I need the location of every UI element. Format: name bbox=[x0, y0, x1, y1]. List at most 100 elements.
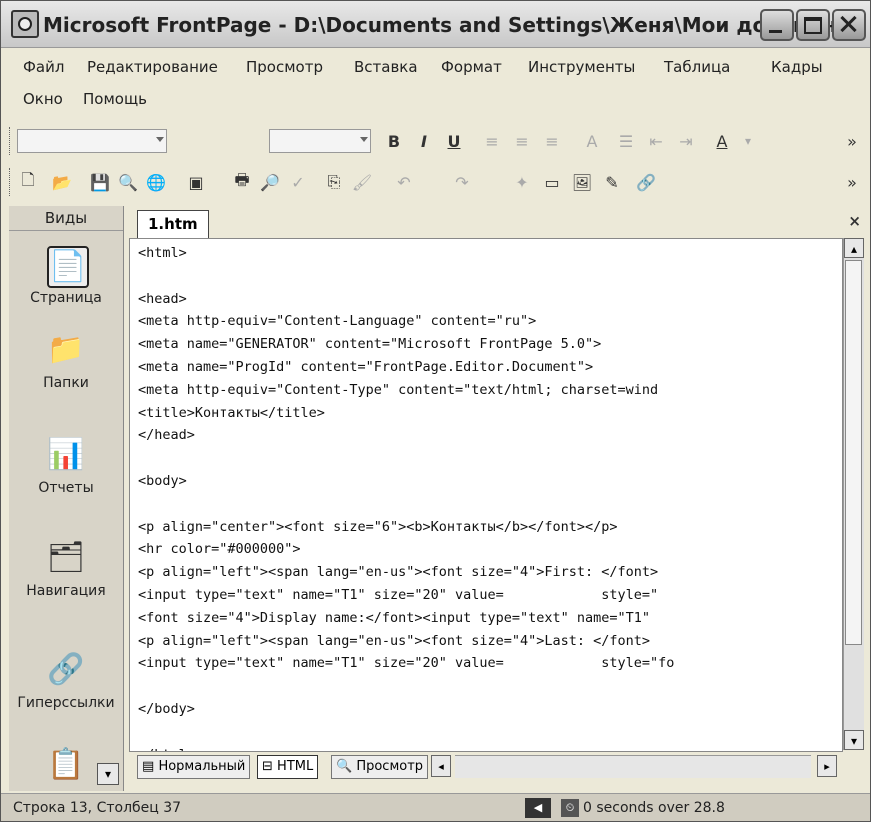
spelling-icon[interactable]: ✓ bbox=[285, 169, 311, 195]
copy-icon[interactable]: ⎘ bbox=[321, 169, 347, 195]
code-line[interactable]: <input type="text" name="T1" size="20" v… bbox=[138, 655, 674, 671]
menu-table[interactable]: Таблица bbox=[664, 58, 730, 76]
html-code-editor[interactable]: <html> <head> <meta http-equiv="Content-La… bbox=[129, 238, 843, 752]
code-line[interactable]: <meta name="ProgId" content="FrontPage.E… bbox=[138, 359, 593, 375]
menu-frames[interactable]: Кадры bbox=[771, 58, 823, 76]
chevron-down-icon: ▾ bbox=[850, 734, 858, 748]
scroll-thumb[interactable] bbox=[845, 260, 862, 645]
code-line[interactable]: <meta http-equiv="Content-Type" content=… bbox=[138, 382, 658, 398]
bold-button[interactable]: B bbox=[381, 128, 407, 154]
menu-insert[interactable]: Вставка bbox=[354, 58, 418, 76]
hyperlinks-icon: 🔗 bbox=[47, 652, 85, 687]
increase-indent-icon[interactable]: ⇥ bbox=[673, 128, 699, 154]
view-folders[interactable]: 📁 Папки bbox=[9, 331, 123, 401]
scroll-left-button[interactable]: ◂ bbox=[431, 755, 451, 777]
font-size-combo[interactable] bbox=[269, 129, 371, 153]
code-line[interactable]: <meta http-equiv="Content-Language" cont… bbox=[138, 313, 536, 329]
new-page-icon[interactable]: 🗋 bbox=[15, 169, 41, 195]
code-line[interactable]: <input type="text" name="T1" size="20" v… bbox=[138, 587, 658, 603]
code-line[interactable]: <html> bbox=[138, 245, 187, 261]
insert-table-icon[interactable]: ▭ bbox=[539, 169, 565, 195]
code-line[interactable]: <hr color="#000000"> bbox=[138, 541, 301, 557]
view-folders-label: Папки bbox=[43, 375, 89, 391]
vertical-scrollbar[interactable]: ▴ ▾ bbox=[843, 238, 864, 750]
menu-edit[interactable]: Редактирование bbox=[87, 58, 218, 76]
menu-tools[interactable]: Инструменты bbox=[528, 58, 635, 76]
format-painter-icon[interactable]: 🖌 bbox=[349, 169, 375, 195]
view-hyperlinks[interactable]: 🔗 Гиперссылки bbox=[9, 651, 123, 721]
increase-font-icon[interactable]: A bbox=[579, 128, 605, 154]
normal-view-icon: ▤ bbox=[142, 759, 155, 774]
undo-icon[interactable]: ↶ bbox=[391, 169, 417, 195]
scroll-right-button[interactable]: ▸ bbox=[817, 755, 837, 777]
toggle-pane-icon[interactable]: ▣ bbox=[183, 169, 209, 195]
title-bar[interactable]: Microsoft FrontPage - D:\Documents and S… bbox=[1, 1, 870, 48]
tab-html-label: HTML bbox=[277, 759, 314, 774]
maximize-button[interactable] bbox=[796, 9, 830, 41]
print-icon[interactable]: 🖶 bbox=[229, 169, 255, 195]
code-line[interactable]: <p align="left"><span lang="en-us"><font… bbox=[138, 564, 658, 580]
views-scroll-down[interactable]: ▾ bbox=[97, 763, 119, 785]
toolbar-overflow-button[interactable]: » bbox=[839, 128, 865, 154]
drawing-icon[interactable]: ✎ bbox=[599, 169, 625, 195]
window-title: Microsoft FrontPage - D:\Documents and S… bbox=[43, 13, 860, 37]
close-window-button[interactable] bbox=[832, 9, 866, 41]
search-icon[interactable]: 🔍 bbox=[115, 169, 141, 195]
italic-button[interactable]: I bbox=[411, 128, 437, 154]
standard-toolbar: 🗋 📂 💾 🔍 🌐 ▣ 🖶 🔎 ✓ ⎘ 🖌 ↶ ↷ ✦ ▭ 🖼 ✎ 🔗 » bbox=[9, 164, 867, 202]
insert-picture-icon[interactable]: 🖼 bbox=[569, 169, 595, 195]
save-icon[interactable]: 💾 bbox=[87, 169, 113, 195]
view-reports[interactable]: 📊 Отчеты bbox=[9, 436, 123, 506]
open-folder-icon[interactable]: 📂 bbox=[49, 169, 75, 195]
hyperlink-icon[interactable]: 🔗 bbox=[633, 169, 659, 195]
scroll-down-button[interactable]: ▾ bbox=[844, 730, 864, 750]
chevron-down-icon bbox=[360, 137, 368, 142]
frontpage-app-icon[interactable] bbox=[11, 10, 39, 38]
view-navigation[interactable]: 🗂 Навигация bbox=[9, 539, 123, 609]
align-left-icon[interactable]: ≡ bbox=[479, 128, 505, 154]
code-line[interactable]: <p align="center"><font size="6"><b>Конт… bbox=[138, 519, 618, 535]
view-hyperlinks-label: Гиперссылки bbox=[17, 695, 115, 711]
align-right-icon[interactable]: ≡ bbox=[539, 128, 565, 154]
code-line[interactable]: </head> bbox=[138, 427, 195, 443]
toolbar-gripper[interactable] bbox=[9, 127, 13, 155]
tab-normal[interactable]: ▤ Нормальный bbox=[137, 755, 251, 779]
minimize-button[interactable] bbox=[760, 9, 794, 41]
code-line[interactable]: <title>Контакты</title> bbox=[138, 405, 325, 421]
menu-help[interactable]: Помощь bbox=[83, 90, 147, 108]
menu-window[interactable]: Окно bbox=[23, 90, 63, 108]
tab-1-htm[interactable]: 1.htm bbox=[137, 210, 209, 238]
menu-file[interactable]: Файл bbox=[23, 58, 64, 76]
page-icon: 📄 bbox=[47, 246, 89, 288]
close-icon[interactable]: × bbox=[848, 212, 861, 230]
tab-html[interactable]: ⊟ HTML bbox=[257, 755, 319, 779]
numbered-list-icon[interactable]: ☰ bbox=[613, 128, 639, 154]
publish-icon[interactable]: 🌐 bbox=[143, 169, 169, 195]
decrease-indent-icon[interactable]: ⇤ bbox=[643, 128, 669, 154]
print-preview-icon[interactable]: 🔎 bbox=[257, 169, 283, 195]
toolbar-overflow-button[interactable]: » bbox=[839, 169, 865, 195]
code-line[interactable]: <font size="4">Display name:</font><inpu… bbox=[138, 610, 658, 626]
font-color-icon[interactable]: A bbox=[709, 128, 735, 154]
code-line[interactable]: <p align="left"><span lang="en-us"><font… bbox=[138, 633, 650, 649]
toolbar-gripper[interactable] bbox=[9, 168, 13, 196]
web-component-icon[interactable]: ✦ bbox=[509, 169, 535, 195]
chevron-down-icon[interactable]: ▾ bbox=[735, 128, 761, 154]
style-combo[interactable] bbox=[17, 129, 167, 153]
underline-button[interactable]: U bbox=[441, 128, 467, 154]
code-line[interactable]: <meta name="GENERATOR" content="Microsof… bbox=[138, 336, 601, 352]
tab-preview[interactable]: 🔍 Просмотр bbox=[331, 755, 429, 779]
horizontal-scrollbar[interactable] bbox=[455, 755, 811, 778]
menu-view[interactable]: Просмотр bbox=[246, 58, 323, 76]
redo-icon[interactable]: ↷ bbox=[449, 169, 475, 195]
menu-format[interactable]: Формат bbox=[441, 58, 502, 76]
code-line[interactable]: <head> bbox=[138, 291, 187, 307]
cursor-position: Строка 13, Столбец 37 bbox=[13, 800, 182, 816]
html-view-icon: ⊟ bbox=[262, 759, 273, 774]
view-page[interactable]: 📄 Страница bbox=[9, 246, 123, 316]
code-line[interactable]: </body> bbox=[138, 701, 195, 717]
chevron-up-icon: ▴ bbox=[850, 242, 858, 256]
align-center-icon[interactable]: ≡ bbox=[509, 128, 535, 154]
code-line[interactable]: <body> bbox=[138, 473, 187, 489]
scroll-up-button[interactable]: ▴ bbox=[844, 238, 864, 258]
